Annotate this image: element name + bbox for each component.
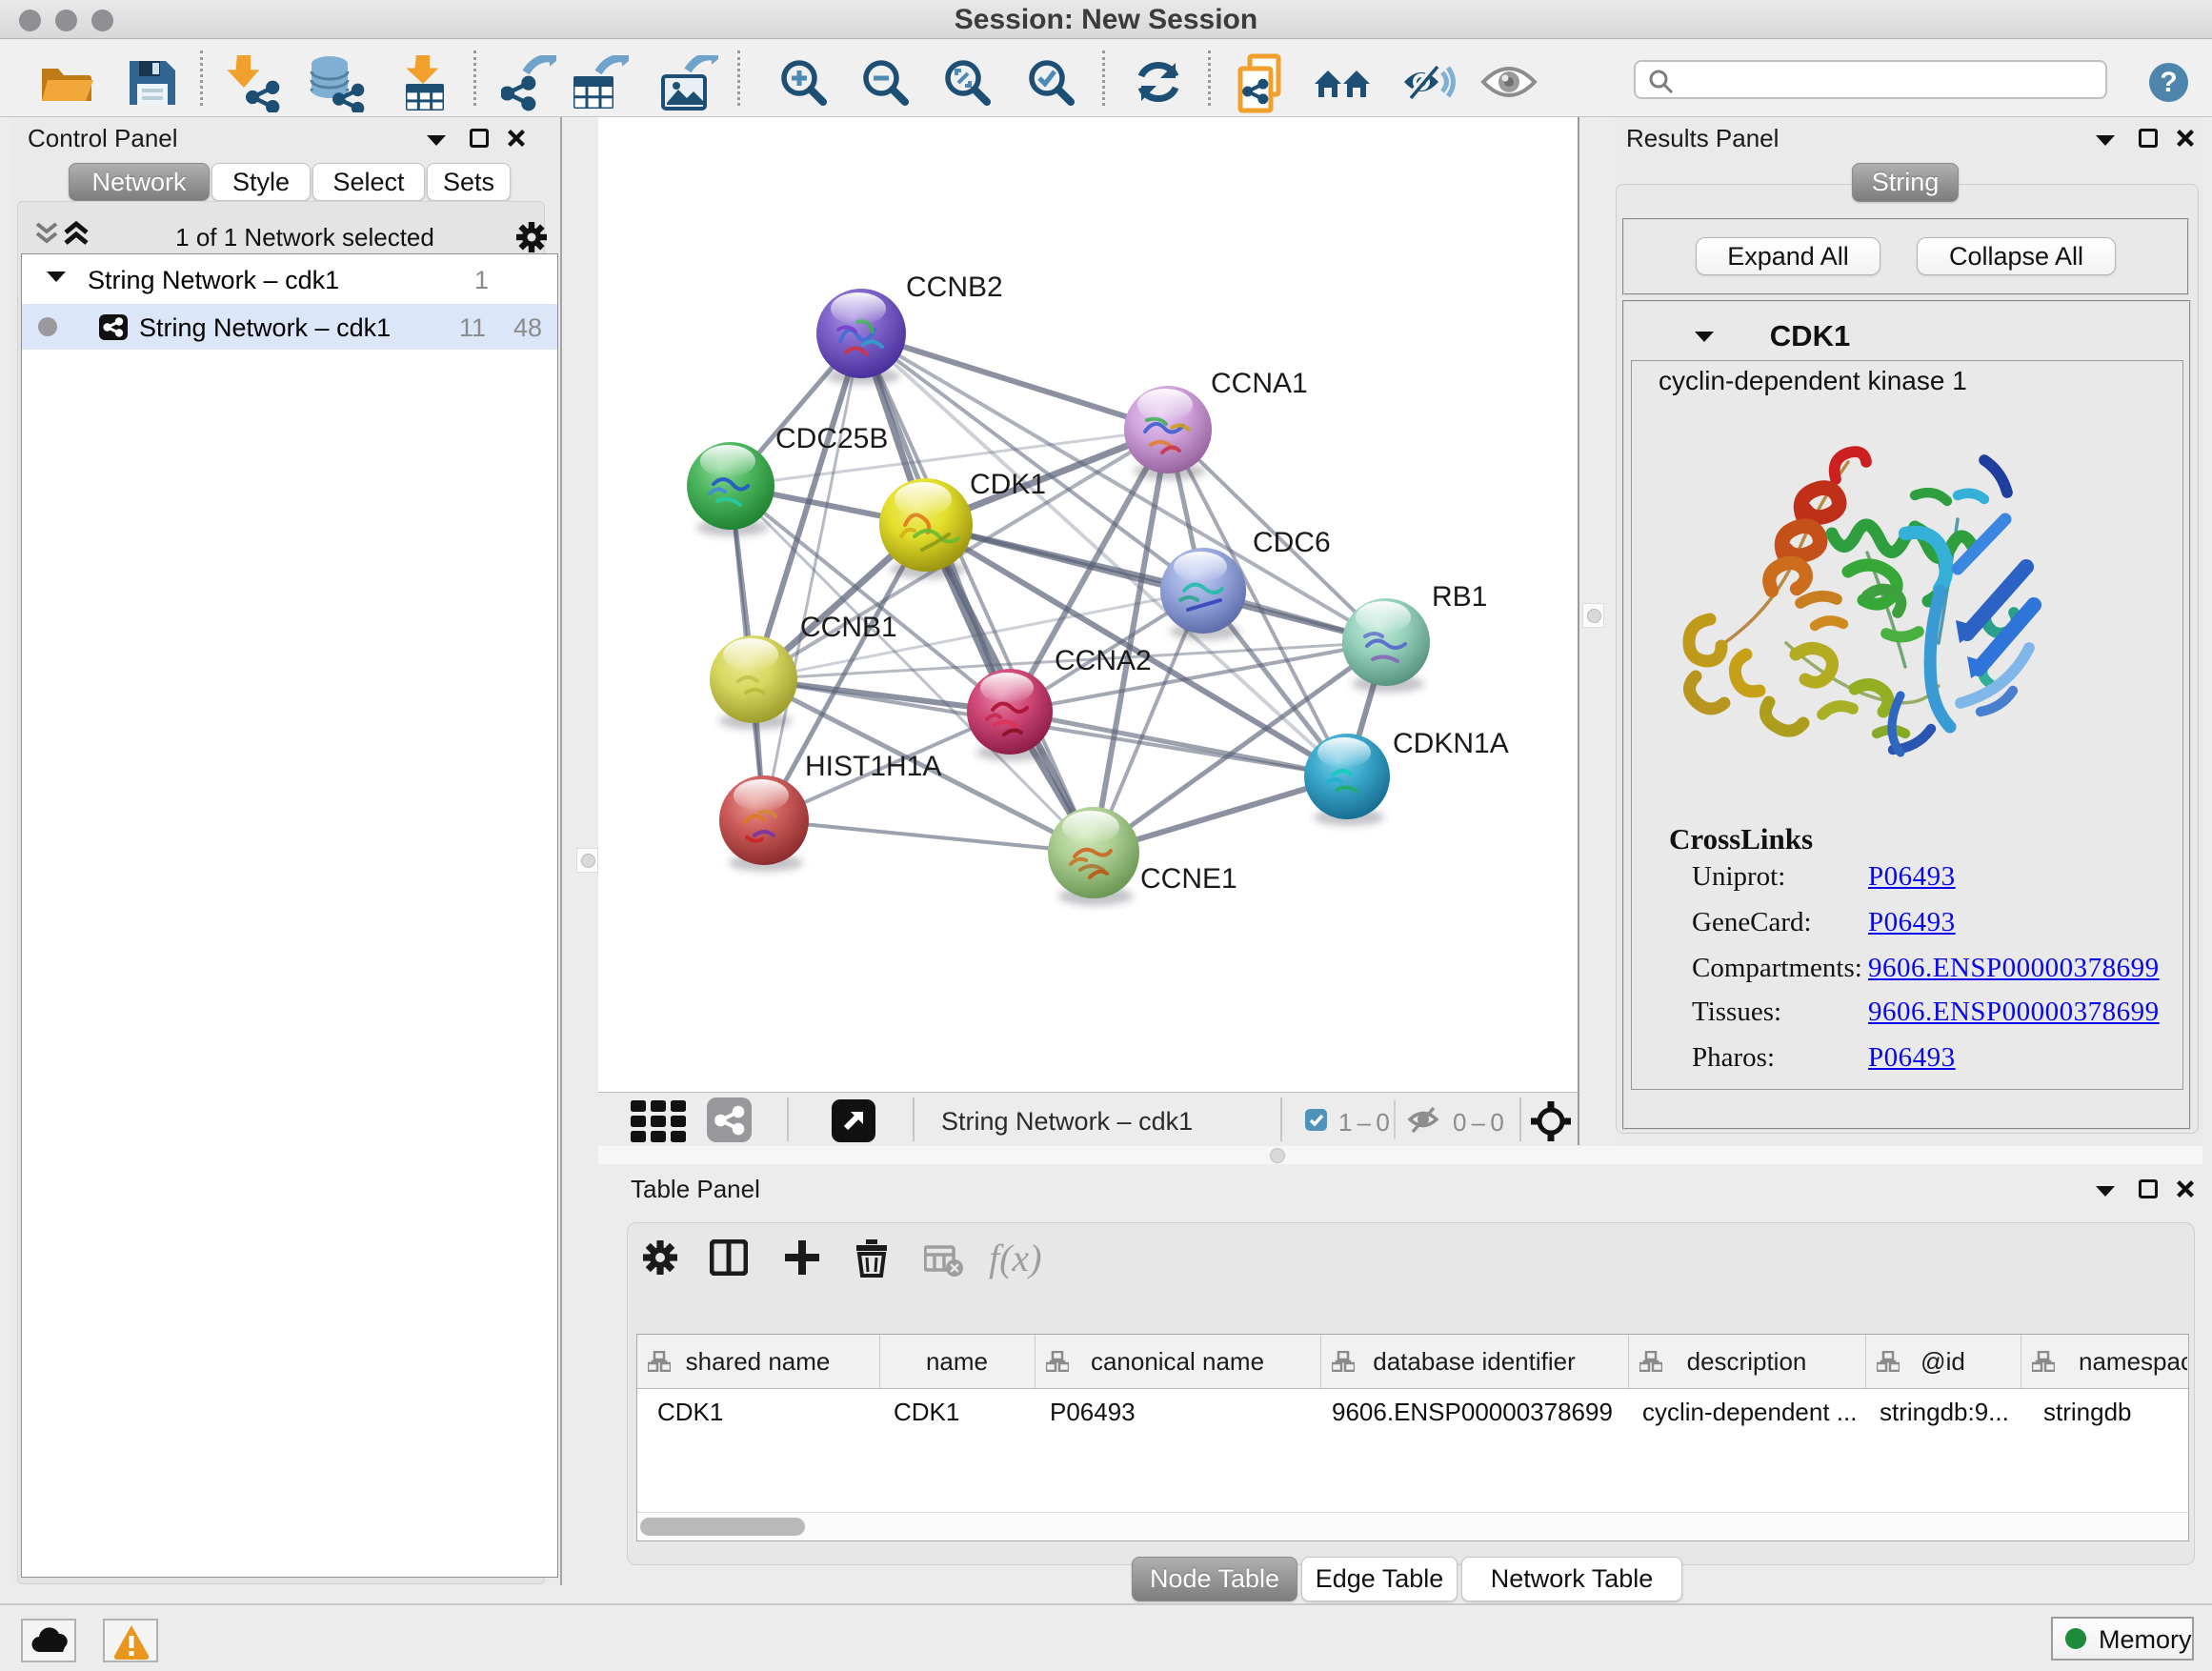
- svg-text:CCNA2: CCNA2: [1055, 645, 1152, 676]
- svg-text:CDC6: CDC6: [1253, 527, 1331, 558]
- svg-text:HIST1H1A: HIST1H1A: [805, 751, 941, 782]
- svg-text:CDC25B: CDC25B: [775, 423, 888, 454]
- svg-text:CCNB1: CCNB1: [800, 612, 897, 643]
- svg-text:CCNB2: CCNB2: [906, 272, 1003, 303]
- svg-text:CCNA1: CCNA1: [1211, 368, 1308, 399]
- svg-text:RB1: RB1: [1432, 581, 1487, 613]
- svg-text:CCNE1: CCNE1: [1140, 863, 1237, 895]
- svg-text:CDK1: CDK1: [970, 469, 1046, 500]
- svg-text:CDKN1A: CDKN1A: [1393, 728, 1509, 759]
